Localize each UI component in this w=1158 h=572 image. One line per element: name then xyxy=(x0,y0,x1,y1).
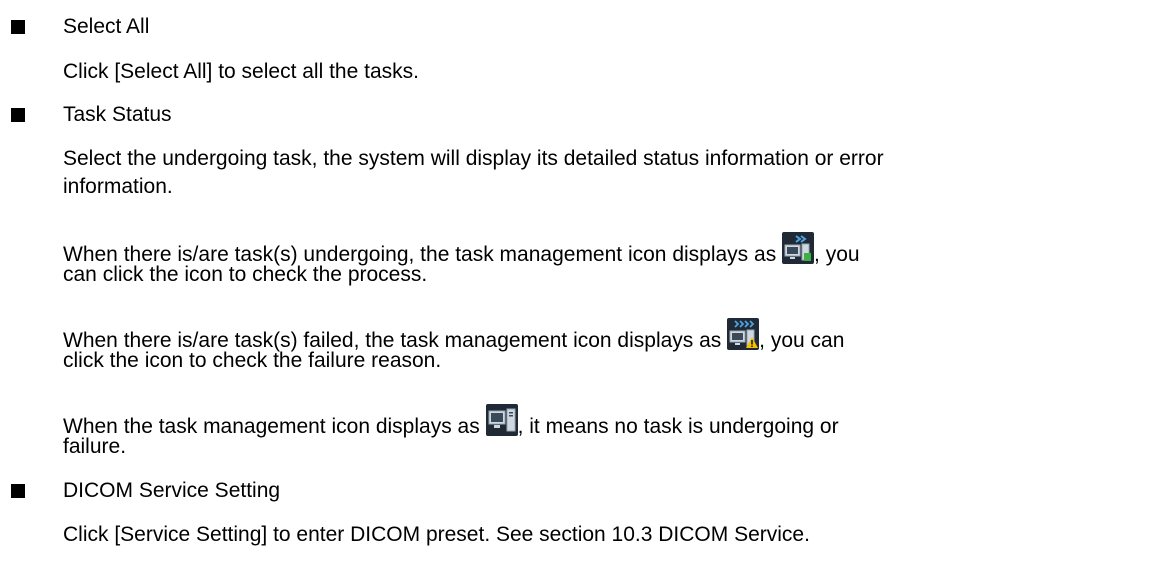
task-failed-icon xyxy=(727,318,760,350)
task-status-para1-line1: Select the undergoing task, the system w… xyxy=(63,147,884,170)
document-page: Select All Click [Select All] to select … xyxy=(0,0,1158,572)
bullet-marker xyxy=(11,108,25,122)
section-heading-task-status: Task Status xyxy=(63,103,172,126)
dicom-service-setting-description: Click [Service Setting] to enter DICOM p… xyxy=(63,523,810,546)
bullet-marker xyxy=(11,484,25,498)
task-status-para1-line2: information. xyxy=(63,175,173,198)
task-status-para2-line2: can click the icon to check the process. xyxy=(63,263,428,286)
section-heading-dicom-service-setting: DICOM Service Setting xyxy=(63,479,281,502)
task-idle-icon xyxy=(485,404,518,436)
bullet-marker xyxy=(11,20,25,34)
select-all-description: Click [Select All] to select all the tas… xyxy=(63,60,419,83)
section-heading-select-all: Select All xyxy=(63,15,150,38)
task-undergoing-icon xyxy=(782,232,815,264)
task-status-para3-line2: click the icon to check the failure reas… xyxy=(63,349,442,372)
task-status-para4-line2: failure. xyxy=(63,435,127,458)
